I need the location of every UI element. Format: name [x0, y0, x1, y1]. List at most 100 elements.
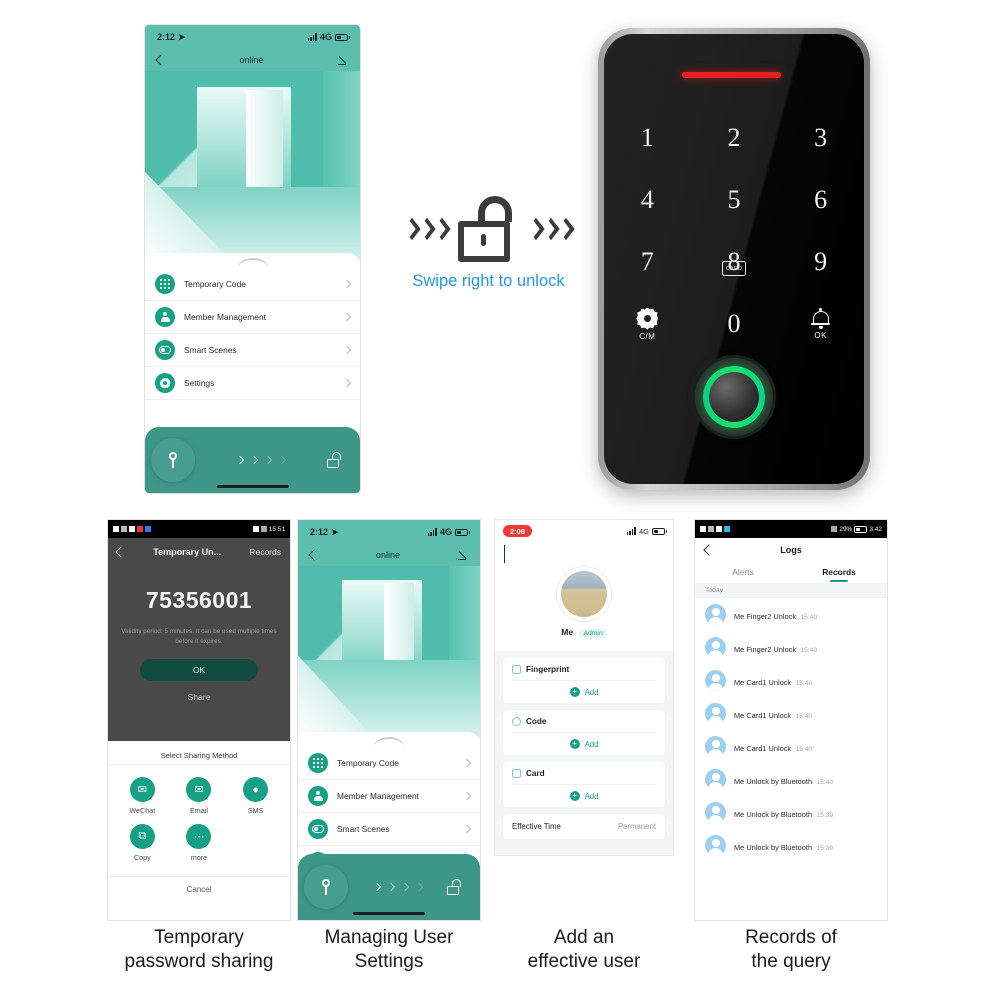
arrows-right-icon [526, 217, 575, 241]
log-time: 15:40 [795, 679, 813, 687]
logs-tabs: Alerts Records [695, 560, 887, 583]
page-title: Logs [780, 545, 802, 555]
email-icon: ✉ [186, 777, 212, 802]
key-sublabel: OK [814, 331, 827, 340]
temporary-code-value: 75356001 [145, 587, 253, 613]
code-icon [512, 717, 521, 726]
tab-alerts[interactable]: Alerts [695, 560, 791, 583]
plus-icon: + [569, 739, 580, 749]
menu-item-temporary-code[interactable]: Temporary Code [298, 747, 480, 780]
add-card-button[interactable]: + Add [512, 784, 656, 801]
keypad-grid-icon [155, 274, 175, 294]
fingerprint-icon [512, 665, 521, 674]
pencil-icon[interactable] [338, 55, 348, 65]
log-time: 15:40 [816, 778, 834, 786]
share-link[interactable]: Share [108, 692, 290, 702]
menu-label: Smart Scenes [337, 824, 390, 834]
key-sublabel: C/M [639, 331, 656, 341]
card-icon: CARD [722, 261, 746, 277]
key-icon[interactable] [151, 438, 195, 482]
list-item[interactable]: Me Unlock by Bluetooth 15:39 [695, 796, 887, 829]
menu-item-temporary-code[interactable]: Temporary Code [145, 268, 360, 301]
menu-item-member-management[interactable]: Member Management [145, 301, 360, 334]
list-item[interactable]: Me Finger2 Unlock 15:40 [695, 631, 887, 664]
back-button[interactable] [155, 54, 167, 66]
swipe-chevrons [195, 455, 327, 465]
open-padlock-icon [457, 196, 520, 262]
device-illustration [145, 71, 360, 265]
cancel-button[interactable]: Cancel [108, 876, 290, 902]
device-key-4[interactable]: 4 [604, 177, 691, 223]
menu-item-settings[interactable]: Settings [145, 367, 360, 400]
list-item[interactable]: Me Unlock by Bluetooth 15:40 [695, 763, 887, 796]
list-item[interactable]: Me Card1 Unlock 15:40 [695, 730, 887, 763]
share-method-more[interactable]: ⋯ more [171, 824, 228, 862]
page-title: online [239, 55, 264, 65]
back-button[interactable] [504, 545, 505, 563]
list-item[interactable]: Me Card1 Unlock 15:40 [695, 664, 887, 697]
menu-label: Settings [184, 378, 215, 388]
device-key-ok[interactable]: OK [777, 301, 864, 347]
caption-records-of-query: Records of the query [745, 927, 837, 972]
device-key-7[interactable]: 7 [604, 239, 691, 285]
menu-label: Member Management [337, 791, 419, 801]
device-key-6[interactable]: 6 [777, 177, 864, 223]
pencil-icon[interactable] [458, 550, 468, 560]
device-key-0[interactable]: 0 [691, 301, 778, 347]
list-item[interactable]: Me Card1 Unlock 15:40 [695, 697, 887, 730]
keypad-lock-device: 1 2 3 4 5 6 7 8 9 C/M 0 OK CARD [598, 28, 870, 490]
sheet-handle[interactable] [374, 737, 404, 747]
phone-screenshot-main: 2:12 ➤ 4G online Temporary Code Member M… [145, 25, 360, 493]
phone-screenshot-add-user: 2:08 4G Me Admin Fingerprint + Add Code … [495, 520, 673, 855]
section-card: Card + Add [503, 762, 665, 807]
share-sheet-title: Select Sharing Method [108, 741, 290, 765]
back-button[interactable] [308, 549, 320, 561]
add-code-button[interactable]: + Add [512, 732, 656, 749]
toggle-icon [155, 340, 175, 360]
log-text: Me Unlock by Bluetooth [734, 842, 813, 852]
menu-item-smart-scenes[interactable]: Smart Scenes [145, 334, 360, 367]
fingerprint-reader[interactable] [695, 358, 773, 436]
add-fingerprint-button[interactable]: + Add [512, 680, 656, 697]
ok-button[interactable]: OK [140, 659, 258, 682]
add-label: Add [584, 791, 599, 801]
log-time: 15:39 [816, 844, 834, 852]
back-button[interactable] [115, 546, 127, 558]
avatar [705, 637, 726, 658]
device-key-1[interactable]: 1 [604, 115, 691, 161]
share-method-label: WeChat [129, 806, 156, 815]
key-icon[interactable] [304, 865, 348, 909]
location-arrow-icon: ➤ [331, 526, 339, 537]
share-method-copy[interactable]: ⧉ Copy [114, 824, 171, 862]
records-link[interactable]: Records [249, 547, 281, 557]
person-icon [308, 786, 328, 806]
share-method-wechat[interactable]: ✉ WeChat [114, 777, 171, 815]
device-key-9[interactable]: 9 [777, 239, 864, 285]
card-icon [512, 769, 521, 778]
menu-item-smart-scenes[interactable]: Smart Scenes [298, 813, 480, 846]
device-key-2[interactable]: 2 [691, 115, 778, 161]
status-time: 3:42 [869, 525, 882, 533]
validity-text: Validity period: 5 minutes. It can be us… [121, 628, 277, 645]
list-item[interactable]: Me Finger2 Unlock 15:40 [695, 598, 887, 631]
device-key-settings[interactable]: C/M [604, 301, 691, 347]
sheet-handle[interactable] [237, 258, 268, 268]
log-time: 15:40 [800, 646, 817, 654]
tab-records[interactable]: Records [791, 560, 887, 583]
swipe-to-unlock-bar[interactable] [298, 854, 480, 920]
list-item[interactable]: Me Unlock by Bluetooth 15:39 [695, 829, 887, 862]
status-icons-right: 15:51 [252, 526, 285, 533]
avatar [705, 736, 726, 757]
share-method-sms[interactable]: ● SMS [227, 777, 284, 815]
effective-time-row[interactable]: Effective Time Permanent [503, 814, 665, 839]
menu-item-member-management[interactable]: Member Management [298, 780, 480, 813]
user-profile: Me Admin [495, 565, 673, 651]
share-method-email[interactable]: ✉ Email [171, 777, 228, 815]
swipe-to-unlock-bar[interactable] [145, 427, 360, 493]
device-key-3[interactable]: 3 [777, 115, 864, 161]
chevron-right-icon [462, 758, 472, 768]
log-text: Me Card1 Unlock [734, 710, 792, 720]
phone-screenshot-temporary-sharing: 15:51 Temporary Un... Records 75356001 V… [108, 520, 290, 920]
nav-bar: Temporary Un... Records [108, 538, 290, 558]
device-key-5[interactable]: 5 [691, 177, 778, 223]
